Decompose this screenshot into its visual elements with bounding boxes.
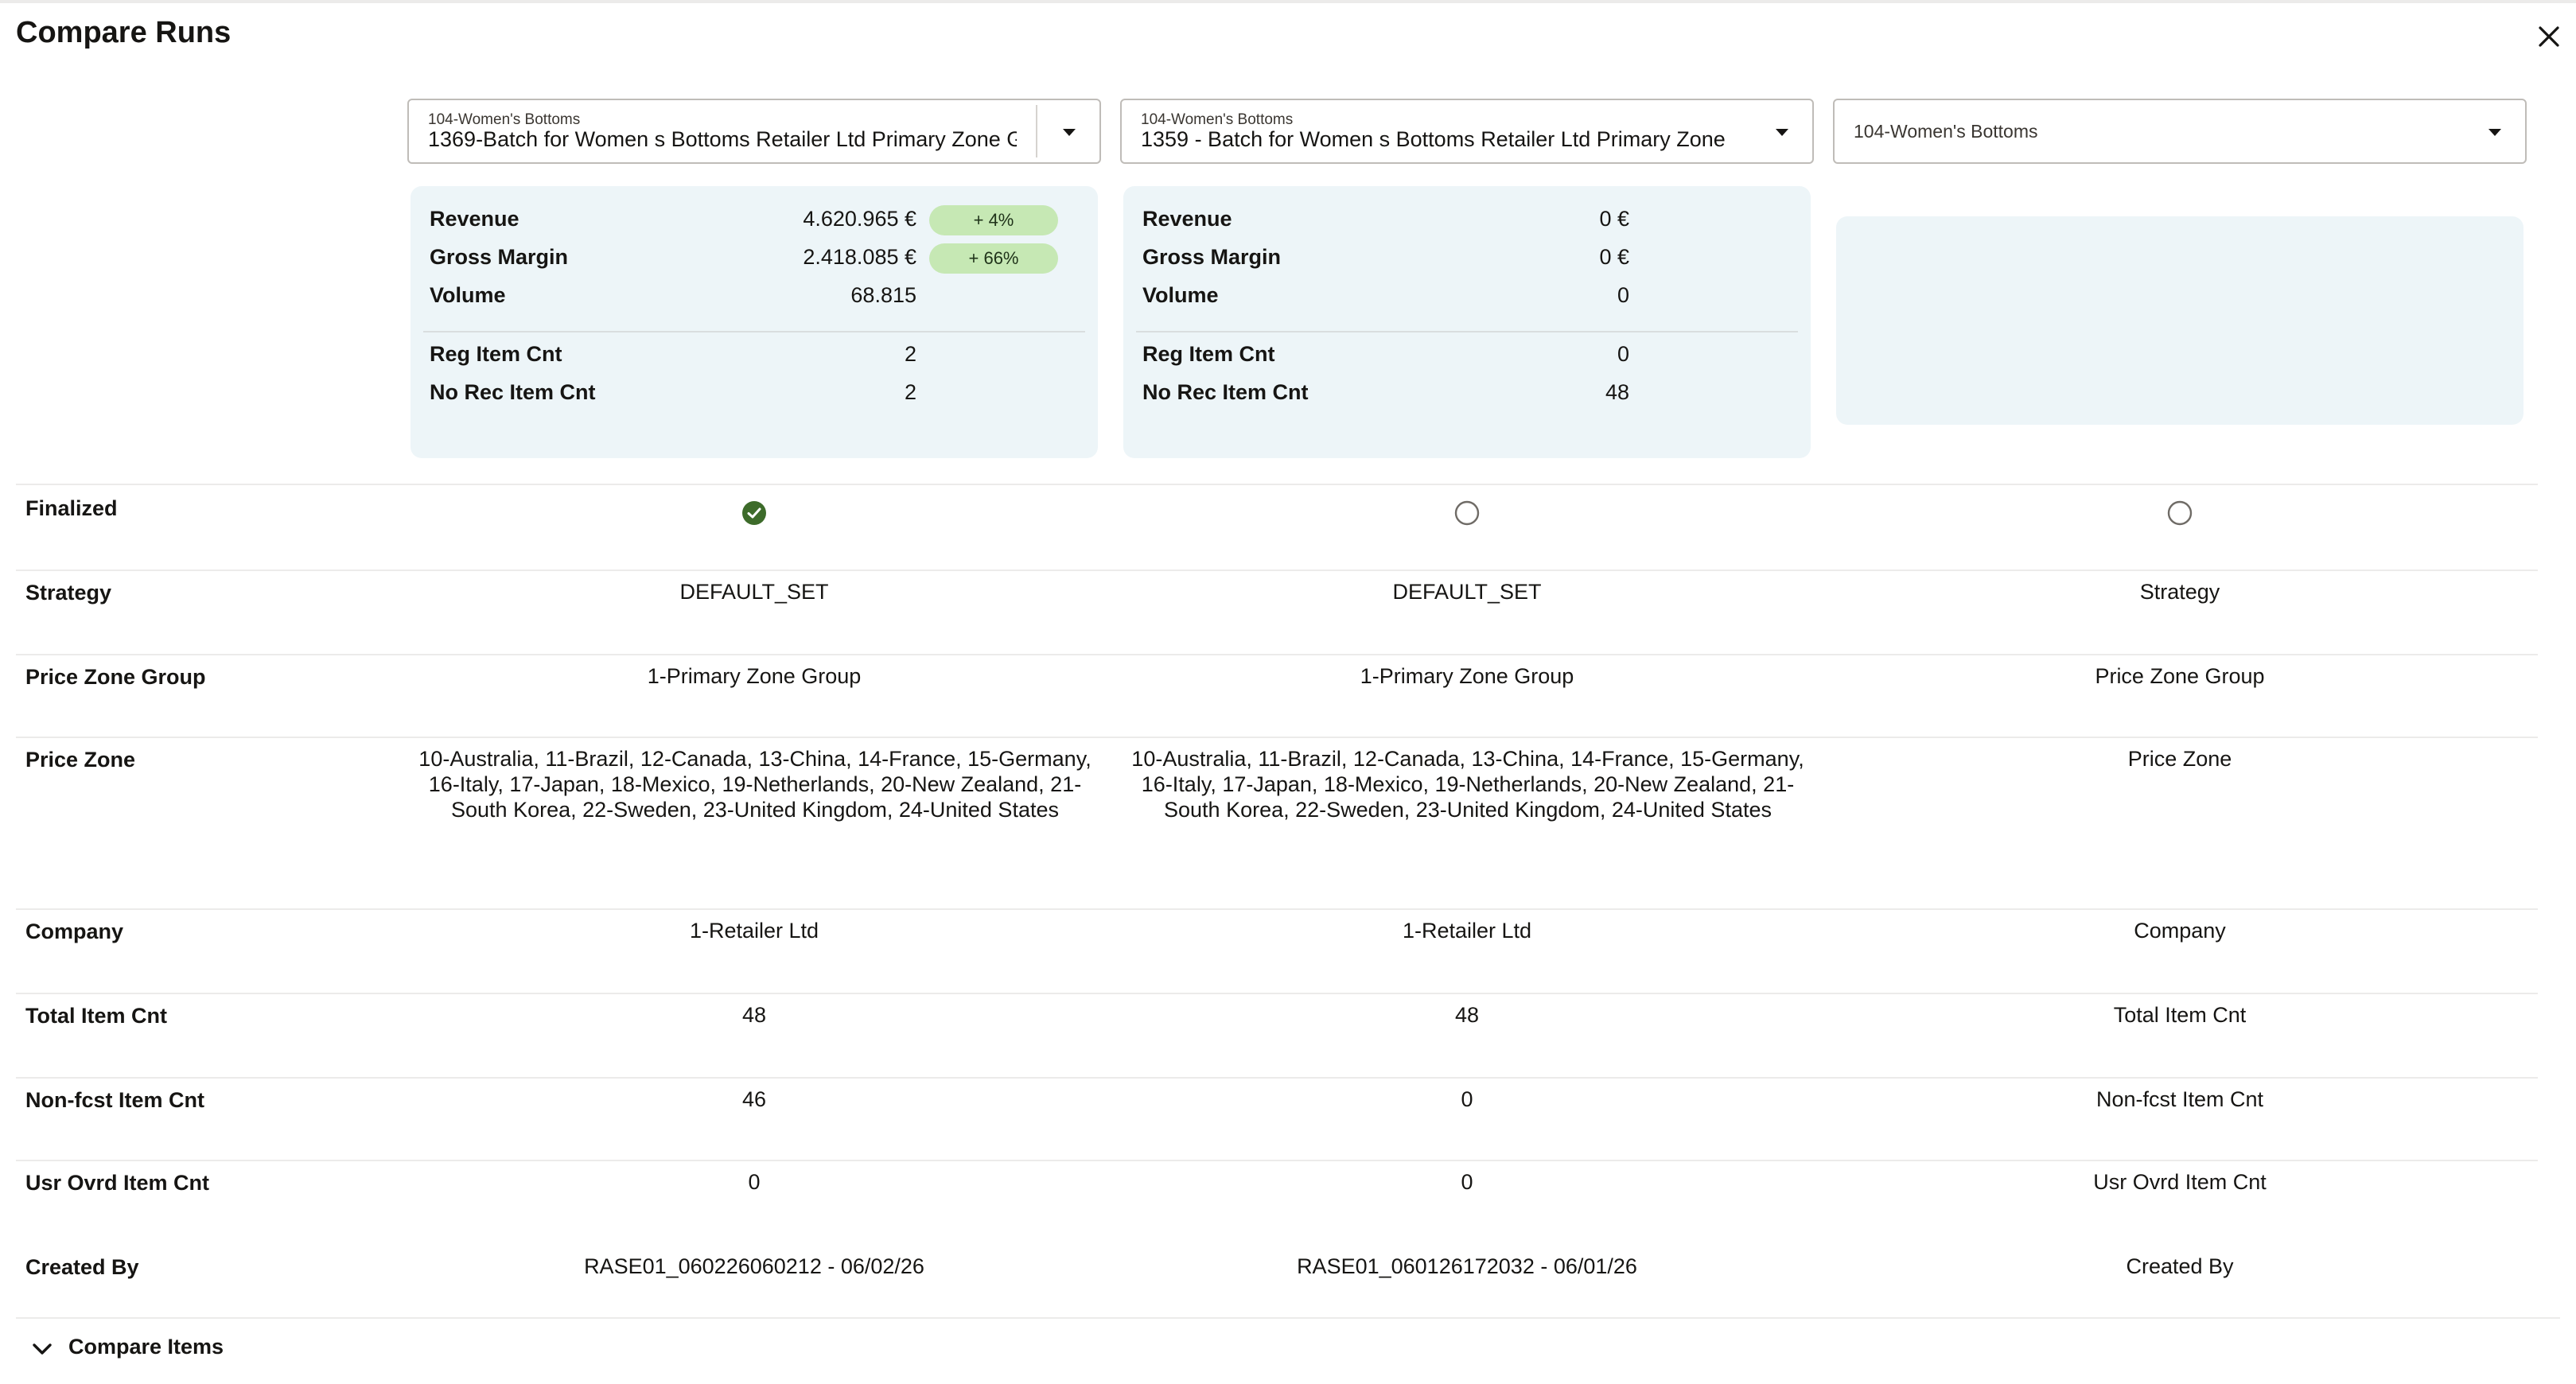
row-divider — [16, 570, 2538, 571]
price-zone-group-value-3: Price Zone Group — [2095, 664, 2265, 688]
strategy-label: Strategy — [25, 581, 112, 605]
compare-items-label: Compare Items — [68, 1335, 224, 1359]
usr-ovrd-item-cnt-value-2: 0 — [1461, 1170, 1473, 1194]
top-border — [0, 0, 2576, 3]
company-value-3: Company — [2134, 919, 2226, 943]
created-by-value-1: RASE01_060226060212 - 06/02/26 — [584, 1254, 924, 1278]
no-rec-item-cnt-label: No Rec Item Cnt — [1142, 380, 1309, 404]
row-divider — [16, 993, 2538, 994]
reg-item-cnt-value: 0 — [1617, 342, 1629, 366]
row-divider — [16, 484, 2538, 485]
usr-ovrd-item-cnt-value-3: Usr Ovrd Item Cnt — [2093, 1170, 2267, 1194]
price-zone-value-1: 10-Australia, 11-Brazil, 12-Canada, 13-C… — [418, 747, 1091, 822]
created-by-label: Created By — [25, 1255, 139, 1279]
gross-margin-change-badge: + 66% — [929, 243, 1058, 274]
no-rec-item-cnt-value: 48 — [1605, 380, 1629, 404]
row-divider — [16, 737, 2538, 738]
dialog-title: Compare Runs — [16, 16, 232, 49]
price-zone-label: Price Zone — [25, 748, 136, 772]
row-divider — [16, 908, 2538, 910]
revenue-value: 0 € — [1599, 207, 1629, 231]
row-divider — [16, 1077, 2538, 1079]
no-rec-item-cnt-label: No Rec Item Cnt — [430, 380, 596, 404]
chevron-down-icon[interactable] — [2485, 124, 2504, 140]
gross-margin-value: 0 € — [1599, 245, 1629, 269]
run-selector-3-placeholder: 104-Women's Bottoms — [1854, 121, 2038, 142]
not-finalized-circle-icon — [1453, 500, 1481, 527]
volume-label: Volume — [430, 283, 506, 307]
selector-divider — [1036, 105, 1037, 157]
reg-item-cnt-value: 2 — [904, 342, 916, 366]
non-fcst-item-cnt-value-1: 46 — [741, 1087, 767, 1111]
run-selector-1-value: 1369-Batch for Women s Bottoms Retailer … — [428, 127, 1017, 151]
revenue-value: 4.620.965 € — [803, 207, 916, 231]
chevron-down-icon[interactable] — [1772, 124, 1792, 140]
volume-value: 68.815 — [850, 283, 916, 307]
non-fcst-item-cnt-value-3: Non-fcst Item Cnt — [2095, 1087, 2264, 1111]
strategy-value-1: DEFAULT_SET — [679, 580, 829, 604]
card-divider — [1136, 331, 1798, 332]
gross-margin-value: 2.418.085 € — [803, 245, 916, 269]
price-zone-value-2: 10-Australia, 11-Brazil, 12-Canada, 13-C… — [1131, 747, 1804, 822]
created-by-value-2: RASE01_060126172032 - 06/01/26 — [1297, 1254, 1637, 1278]
gross-margin-label: Gross Margin — [430, 245, 569, 269]
gross-margin-label: Gross Margin — [1142, 245, 1282, 269]
price-zone-group-value-1: 1-Primary Zone Group — [647, 664, 862, 688]
run-selector-2-value: 1359 - Batch for Women s Bottoms Retaile… — [1141, 127, 1726, 151]
revenue-label: Revenue — [1142, 207, 1232, 231]
run-selector-3[interactable]: 104-Women's Bottoms — [1833, 99, 2527, 164]
company-value-1: 1-Retailer Ltd — [689, 919, 819, 943]
run-selector-2-department: 104-Women's Bottoms — [1141, 111, 1294, 128]
summary-card-3-empty — [1836, 216, 2523, 425]
total-item-cnt-value-2: 48 — [1454, 1003, 1480, 1027]
summary-card-2: Revenue 0 € Gross Margin 0 € Volume 0 Re… — [1123, 186, 1811, 458]
non-fcst-item-cnt-value-2: 0 — [1461, 1087, 1473, 1111]
row-divider — [16, 1160, 2538, 1161]
row-divider — [16, 654, 2538, 655]
volume-label: Volume — [1142, 283, 1219, 307]
reg-item-cnt-label: Reg Item Cnt — [1142, 342, 1275, 366]
run-selector-1-department: 104-Women's Bottoms — [428, 111, 581, 128]
card-divider — [423, 331, 1085, 332]
non-fcst-item-cnt-label: Non-fcst Item Cnt — [25, 1088, 204, 1112]
strategy-value-3: Strategy — [2139, 580, 2220, 604]
company-label: Company — [25, 919, 124, 943]
chevron-down-icon[interactable] — [1060, 124, 1079, 140]
total-item-cnt-value-3: Total Item Cnt — [2113, 1003, 2247, 1027]
revenue-change-badge: + 4% — [929, 205, 1058, 235]
run-selector-2[interactable]: 104-Women's Bottoms 1359 - Batch for Wom… — [1120, 99, 1814, 164]
section-divider — [16, 1317, 2560, 1319]
summary-card-1: Revenue 4.620.965 € + 4% Gross Margin 2.… — [411, 186, 1098, 458]
price-zone-value-3: Price Zone — [2127, 747, 2232, 771]
total-item-cnt-value-1: 48 — [741, 1003, 767, 1027]
price-zone-group-value-2: 1-Primary Zone Group — [1360, 664, 1574, 688]
reg-item-cnt-label: Reg Item Cnt — [430, 342, 562, 366]
strategy-value-2: DEFAULT_SET — [1392, 580, 1542, 604]
created-by-value-3: Created By — [2126, 1254, 2234, 1278]
revenue-label: Revenue — [430, 207, 519, 231]
finalized-check-icon — [741, 500, 768, 527]
close-icon[interactable] — [2533, 21, 2565, 52]
finalized-label: Finalized — [25, 496, 118, 520]
total-item-cnt-label: Total Item Cnt — [25, 1004, 167, 1028]
usr-ovrd-item-cnt-label: Usr Ovrd Item Cnt — [25, 1171, 210, 1195]
company-value-2: 1-Retailer Ltd — [1402, 919, 1532, 943]
volume-value: 0 — [1617, 283, 1629, 307]
usr-ovrd-item-cnt-value-1: 0 — [748, 1170, 761, 1194]
chevron-down-icon[interactable] — [29, 1338, 56, 1360]
run-selector-1[interactable]: 104-Women's Bottoms 1369-Batch for Women… — [407, 99, 1101, 164]
not-finalized-circle-icon — [2166, 500, 2193, 527]
no-rec-item-cnt-value: 2 — [904, 380, 916, 404]
price-zone-group-label: Price Zone Group — [25, 665, 206, 689]
